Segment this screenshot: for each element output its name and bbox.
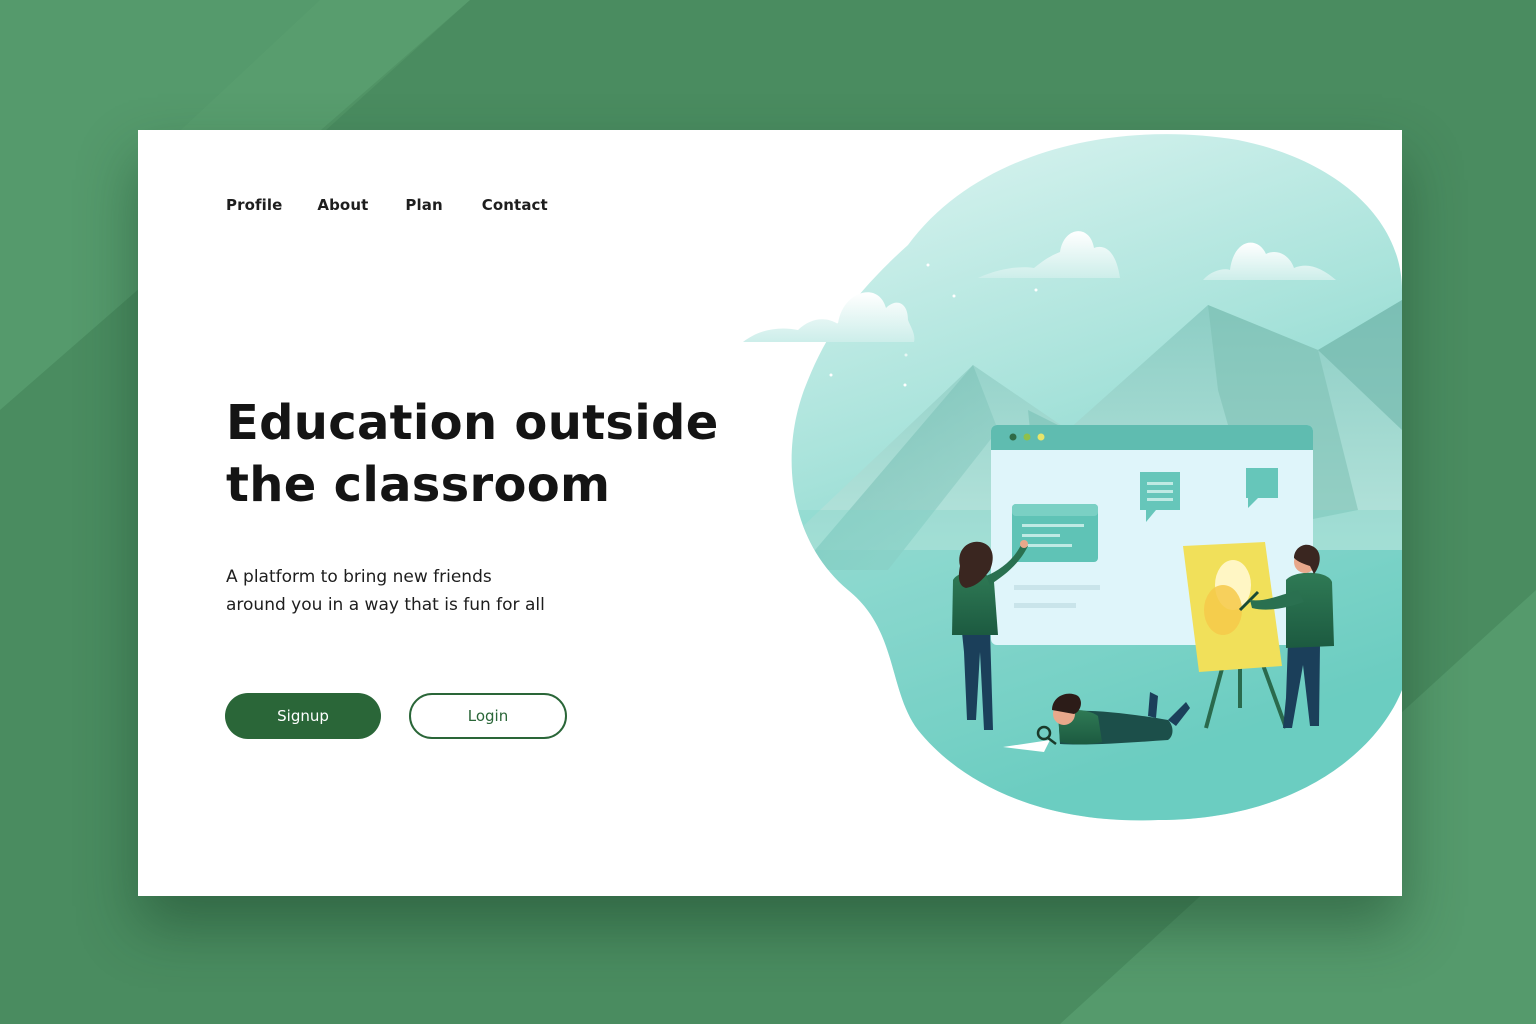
login-button[interactable]: Login bbox=[409, 693, 567, 739]
hero-headline-line-2: the classroom bbox=[226, 457, 611, 513]
nav-link-about[interactable]: About bbox=[317, 196, 368, 214]
hero-subtitle: A platform to bring new friends around y… bbox=[226, 563, 586, 619]
hero-headline: Education outside the classroom bbox=[226, 392, 746, 516]
landing-card: Profile About Plan Contact Education out… bbox=[138, 130, 1402, 896]
nav-link-plan[interactable]: Plan bbox=[405, 196, 442, 214]
nav-link-contact[interactable]: Contact bbox=[482, 196, 548, 214]
page-background: Profile About Plan Contact Education out… bbox=[0, 0, 1536, 1024]
window-dot-yellow bbox=[1023, 433, 1031, 441]
education-illustration bbox=[743, 134, 1402, 821]
nav-link-profile[interactable]: Profile bbox=[226, 196, 282, 214]
window-dot-red bbox=[1009, 433, 1017, 441]
top-navigation: Profile About Plan Contact bbox=[226, 196, 548, 214]
chat-card-icon bbox=[1012, 504, 1098, 562]
window-dot-green bbox=[1037, 433, 1045, 441]
hero-subtitle-line-2: around you in a way that is fun for all bbox=[226, 595, 545, 615]
hero-headline-line-1: Education outside bbox=[226, 395, 719, 451]
hero-subtitle-line-1: A platform to bring new friends bbox=[226, 567, 492, 587]
signup-button[interactable]: Signup bbox=[225, 693, 381, 739]
